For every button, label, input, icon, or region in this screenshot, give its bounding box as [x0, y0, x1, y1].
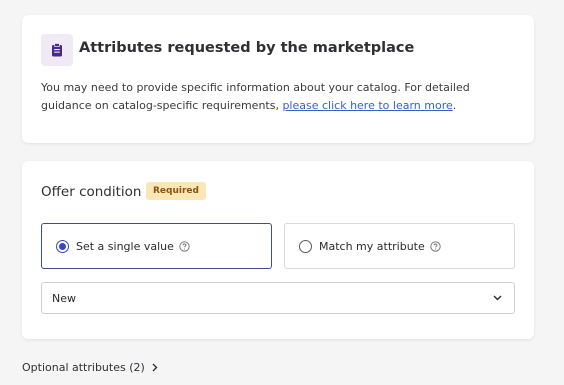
learn-more-link[interactable]: please click here to learn more	[282, 99, 452, 112]
optional-attributes-toggle[interactable]: Optional attributes (2)	[22, 361, 158, 374]
description-end: .	[452, 99, 457, 112]
required-badge: Required	[146, 182, 206, 200]
marketplace-attributes-card: Attributes requested by the marketplace …	[22, 15, 534, 143]
radio-selected[interactable]	[56, 239, 69, 253]
condition-select[interactable]: New	[41, 282, 515, 314]
card-description: You may need to provide specific informa…	[41, 79, 511, 115]
offer-condition-title: Offer condition	[41, 184, 142, 200]
chevron-down-icon	[493, 295, 502, 301]
card-title: Attributes requested by the marketplace	[79, 40, 415, 56]
option-set-single-value[interactable]: Set a single value	[41, 223, 272, 269]
help-circle-icon[interactable]	[179, 240, 190, 252]
help-circle-icon[interactable]	[430, 240, 441, 252]
option-label: Match my attribute	[319, 239, 425, 253]
optional-attributes-label: Optional attributes (2)	[22, 361, 145, 374]
select-value: New	[52, 291, 76, 305]
option-match-attribute[interactable]: Match my attribute	[284, 223, 515, 269]
chevron-right-icon	[152, 363, 158, 372]
offer-condition-card: Offer condition Required Set a single va…	[22, 161, 534, 339]
option-label: Set a single value	[76, 239, 174, 253]
radio-unselected[interactable]	[299, 239, 312, 253]
clipboard-icon	[41, 34, 73, 66]
